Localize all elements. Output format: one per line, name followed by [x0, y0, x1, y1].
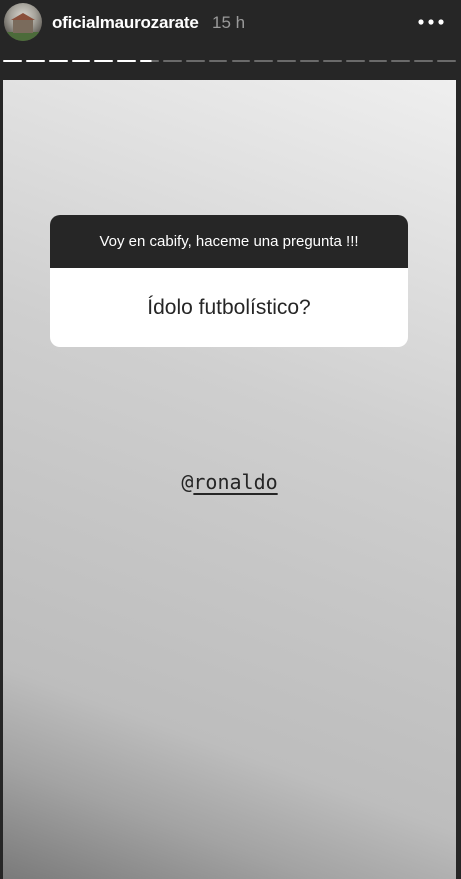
question-prompt: Voy en cabify, haceme una pregunta !!!	[50, 215, 408, 268]
story-header: oficialmaurozarate 15 h	[0, 0, 461, 56]
mention-sticker[interactable]: @ronaldo	[3, 470, 456, 494]
avatar[interactable]	[4, 3, 42, 41]
story-progress-bar	[3, 60, 456, 63]
progress-segment	[71, 60, 91, 62]
progress-segment	[185, 60, 205, 62]
post-time: 15 h	[212, 13, 246, 32]
progress-segment	[300, 60, 319, 62]
progress-segment	[322, 60, 342, 62]
story-viewer: oficialmaurozarate 15 h Voy en cabify, h…	[0, 0, 461, 879]
progress-segment	[437, 60, 456, 62]
progress-segment	[231, 60, 251, 62]
progress-segment	[208, 60, 228, 62]
username[interactable]: oficialmaurozarate	[52, 13, 199, 33]
progress-segment	[94, 60, 114, 62]
progress-segment	[162, 60, 182, 62]
progress-segment	[3, 60, 22, 62]
mention-handle[interactable]: ronaldo	[193, 470, 277, 494]
avatar-ground	[4, 32, 42, 41]
progress-segment	[414, 60, 434, 62]
progress-segment	[368, 60, 388, 62]
progress-segment	[254, 60, 274, 62]
progress-segment	[117, 60, 137, 62]
question-answer: Ídolo futbolístico?	[147, 295, 311, 319]
progress-segment	[277, 60, 297, 62]
story-content[interactable]: Voy en cabify, haceme una pregunta !!! Í…	[3, 80, 456, 879]
question-sticker: Voy en cabify, haceme una pregunta !!! Í…	[50, 215, 408, 347]
mention-at-symbol: @	[181, 470, 194, 494]
more-horizontal-icon[interactable]	[416, 17, 446, 27]
progress-segment	[345, 60, 365, 62]
progress-segment	[25, 60, 45, 62]
progress-segment	[48, 60, 68, 62]
progress-segment	[391, 60, 411, 62]
avatar-house	[13, 19, 33, 33]
avatar-roof	[11, 13, 35, 20]
progress-segment	[140, 60, 159, 62]
